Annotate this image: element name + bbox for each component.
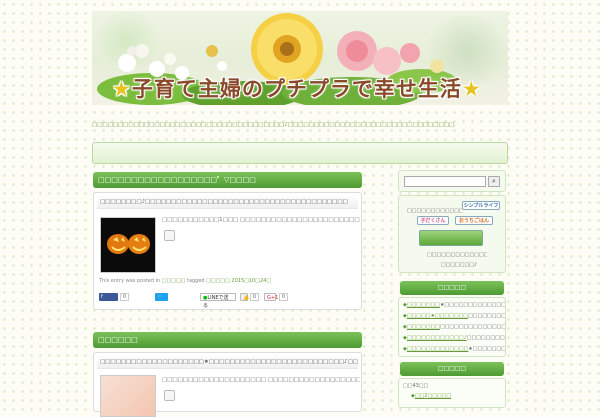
more-button[interactable] <box>164 230 175 241</box>
like-button[interactable]: 👍 <box>240 293 250 301</box>
post-thumbnail[interactable] <box>100 375 156 417</box>
ranking-caption: □□□□□□□□□□□□□ <box>407 208 463 214</box>
post-card: □□□□□□□□♪□□□□□□□□□□□□□□□□□□□□□□□□□□□□□□□… <box>93 192 362 310</box>
tag-link[interactable]: □□□□□ <box>206 278 230 284</box>
twitter-bird-icon: 🐦 <box>157 294 164 300</box>
search-button[interactable]: ⌕ <box>488 176 500 187</box>
list-item[interactable]: ◆□□□□□□□★□□□□□□□□□□□□□□□□ <box>403 302 505 308</box>
star-icon: ★ <box>461 77 482 101</box>
facebook-share-button[interactable]: f <box>99 293 118 301</box>
header-banner[interactable]: ★子育て主婦のプチプラで幸せ生活★ <box>92 11 508 105</box>
ranking-banner-image[interactable] <box>419 230 483 246</box>
post-excerpt: □□□□□□□□□□□□□□□□□□□□ □□□□□□□□□□□□□□□□□□□… <box>162 377 360 383</box>
star-icon: ★ <box>112 77 132 101</box>
ranking-widget: □□□□□□□□□□□□□ シンプルライフ 子だくさん おうちごはん □□□□□… <box>398 195 506 273</box>
list-item[interactable]: ◆□□□□□★□□□□□□□□□□□□□□□□□□□□□□ <box>403 313 505 319</box>
archive-item[interactable]: □□43□□ <box>403 383 503 389</box>
thumbs-up-icon: 👍 <box>243 295 250 301</box>
line-share-button[interactable]: ●LINEで送る <box>200 293 236 309</box>
category-link[interactable]: □□□□□ <box>162 278 186 284</box>
post-section-header[interactable]: □□□□□□ <box>93 332 362 348</box>
archive-item[interactable]: ◆□□2□□□□□ <box>411 393 503 399</box>
list-item[interactable]: ◆□□□□□□□□□□□□♪□□□□□□□□□□□□□□□□ <box>403 335 505 341</box>
jack-o-lantern-image <box>107 234 150 254</box>
archive-widget: □□43□□ ◆□□2□□□□□ <box>398 378 506 408</box>
post-title[interactable]: □□□□□□□□□□□□□□□□□□□□★□□□□□□□□□□□□□□□□□□□… <box>97 356 358 369</box>
ranking-button-kodakusan[interactable]: 子だくさん <box>417 216 449 225</box>
date-link[interactable]: 2015□10□24□ <box>231 278 271 284</box>
site-tagline: □□□□□□□□□□□□□□□□□□□□□□□□□□□□□□□□□□□□□♪□□… <box>92 122 456 128</box>
more-button[interactable] <box>164 390 175 401</box>
facebook-share-count: 0 <box>120 293 129 301</box>
google-plus-button[interactable]: G+1 <box>264 293 278 301</box>
post-section-header[interactable]: □□□□□□□□□□□□□□□□□□゜▽□□□□ <box>93 172 362 188</box>
recent-posts-widget: ◆□□□□□□□★□□□□□□□□□□□□□□□□ ◆□□□□□★□□□□□□□… <box>398 297 506 357</box>
ranking-text: □□□□□□□♪ <box>440 262 478 268</box>
search-icon: ⌕ <box>492 177 496 185</box>
nav-bar <box>92 142 508 164</box>
like-count: 0 <box>250 293 259 301</box>
google-plus-count: 0 <box>279 293 288 301</box>
ranking-button-ouchi-gohan[interactable]: おうちごはん <box>455 216 493 225</box>
twitter-share-button[interactable]: 🐦 <box>155 293 168 301</box>
post-card: □□□□□□□□□□□□□□□□□□□□★□□□□□□□□□□□□□□□□□□□… <box>93 352 362 417</box>
sidebar-recent-posts-header: □□□□□ <box>400 281 504 295</box>
search-input[interactable] <box>404 176 486 187</box>
post-title[interactable]: □□□□□□□□♪□□□□□□□□□□□□□□□□□□□□□□□□□□□□□□□… <box>97 196 358 209</box>
list-item[interactable]: ◆□□□□□□□□□□□□□□□□□□□□□□□□□□□□□□□ <box>403 324 505 330</box>
sidebar-archive-header: □□□□□ <box>400 362 504 376</box>
list-item[interactable]: ◆□□□□□□□□□□□□□★□□□□□□□□□□□□♪□ <box>403 346 505 352</box>
post-thumbnail[interactable] <box>100 217 156 273</box>
search-widget: ⌕ <box>398 170 506 192</box>
post-meta: This entry was posted in □□□□□ tagged □□… <box>99 278 272 284</box>
ranking-text: □□□□□□□□□□□□□□□ <box>427 252 487 258</box>
ranking-button-simple-life[interactable]: シンプルライフ <box>462 201 500 210</box>
site-title[interactable]: ★子育て主婦のプチプラで幸せ生活★ <box>112 73 482 103</box>
post-excerpt: □□□□□□□□□□□1□□□ □□□□□□□□□□□□□□□□□□□□□□□□… <box>162 217 360 223</box>
